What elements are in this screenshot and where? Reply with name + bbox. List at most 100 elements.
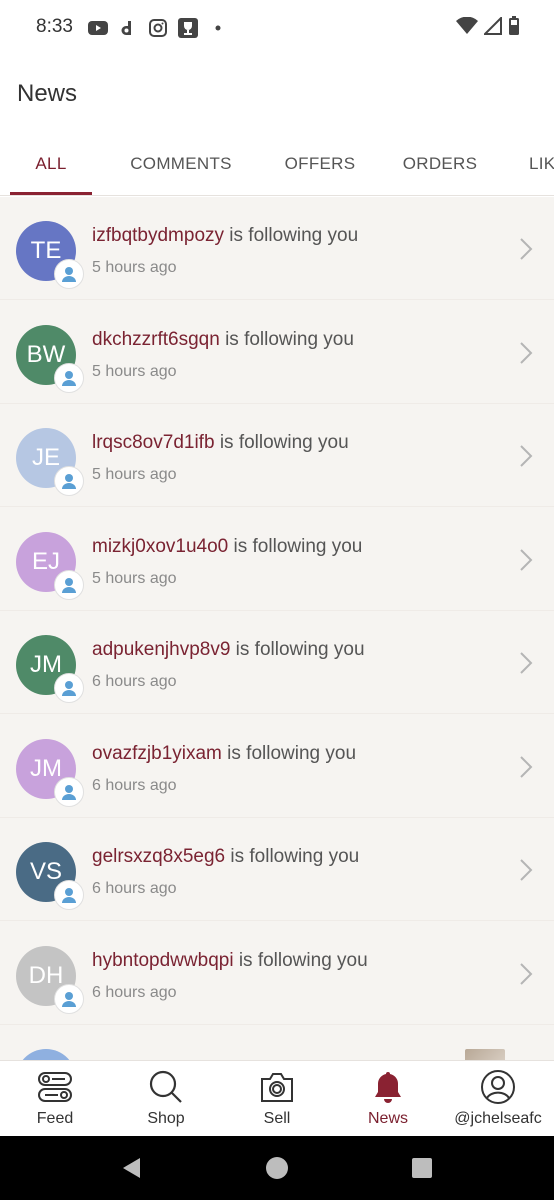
camera-icon (259, 1069, 295, 1105)
tab-offers[interactable]: OFFERS (272, 132, 368, 195)
notification-text: gelrsxzq8x5eg6 is following you (92, 846, 359, 868)
username-link[interactable]: gelrsxzq8x5eg6 (92, 846, 225, 867)
system-navigation-bar (0, 1136, 554, 1200)
home-icon[interactable] (265, 1156, 289, 1180)
nav-label: Sell (263, 1110, 291, 1127)
tab-comments[interactable]: COMMENTS (116, 132, 246, 195)
avatar-initials: JE (31, 444, 60, 471)
active-tab-indicator (10, 192, 92, 195)
follower-badge-icon (54, 880, 84, 910)
chevron-right-icon (518, 341, 534, 365)
trophy-icon (178, 18, 198, 38)
notification-text: hybntopdwwbqpi is following you (92, 950, 368, 972)
notification-row[interactable]: BW dkchzzrft6sgqn is following you 5 hours… (0, 301, 554, 404)
notification-time: 5 hours ago (92, 466, 177, 483)
tab-orders[interactable]: ORDERS (392, 132, 488, 195)
notification-text: dkchzzrft6sgqn is following you (92, 329, 354, 351)
tab-likes[interactable]: LIK (512, 132, 554, 195)
signal-icon (482, 15, 502, 40)
notification-row[interactable]: EJ mizkj0xov1u4o0 is following you 5 hours… (0, 508, 554, 611)
notification-text: mizkj0xov1u4o0 is following you (92, 536, 362, 558)
chevron-right-icon (518, 237, 534, 261)
notification-action: is following you (238, 950, 368, 971)
chevron-right-icon (518, 651, 534, 675)
username-link[interactable]: mizkj0xov1u4o0 (92, 536, 228, 557)
follower-badge-icon (54, 466, 84, 496)
dot-icon (208, 18, 228, 38)
notification-row-partial[interactable] (0, 1025, 554, 1060)
username-link[interactable]: hybntopdwwbqpi (92, 950, 234, 971)
avatar-initials: EJ (31, 548, 60, 575)
avatar-initials: JM (30, 651, 62, 678)
follower-badge-icon (54, 363, 84, 393)
battery-icon (508, 15, 520, 41)
follower-badge-icon (54, 259, 84, 289)
chevron-right-icon (518, 755, 534, 779)
notification-text: adpukenjhvp8v9 is following you (92, 639, 365, 661)
nav-news[interactable]: News (333, 1061, 443, 1137)
nav-label: @jchelseafc (454, 1110, 542, 1127)
notification-action: is following you (227, 743, 357, 764)
nav-label: Shop (147, 1110, 185, 1127)
avatar-initials: TE (30, 237, 62, 264)
notification-time: 6 hours ago (92, 777, 177, 794)
follower-badge-icon (54, 570, 84, 600)
notification-row[interactable]: VS gelrsxzq8x5eg6 is following you 6 hours… (0, 818, 554, 921)
notification-text: izfbqtbydmpozy is following you (92, 225, 358, 247)
notification-row[interactable]: JM ovazfzjb1yixam is following you 6 hours… (0, 715, 554, 818)
notification-text: lrqsc8ov7d1ifb is following you (92, 432, 349, 454)
follower-badge-icon (54, 777, 84, 807)
nav-feed[interactable]: Feed (0, 1061, 110, 1137)
notification-time: 6 hours ago (92, 880, 177, 897)
notification-text: ovazfzjb1yixam is following you (92, 743, 356, 765)
notification-action: is following you (230, 846, 360, 867)
notification-action: is following you (233, 536, 363, 557)
nav-label: News (367, 1110, 408, 1127)
username-link[interactable]: izfbqtbydmpozy (92, 225, 224, 246)
nav-profile[interactable]: @jchelseafc (443, 1061, 553, 1137)
notification-time: 6 hours ago (92, 673, 177, 690)
product-thumbnail (465, 1049, 505, 1060)
dailymotion-icon (118, 18, 138, 38)
notification-time: 6 hours ago (92, 984, 177, 1001)
status-system-icons (456, 15, 520, 41)
chevron-right-icon (518, 548, 534, 572)
notification-action: is following you (225, 329, 354, 350)
username-link[interactable]: dkchzzrft6sgqn (92, 329, 220, 350)
notification-row[interactable]: DH hybntopdwwbqpi is following you 6 hours… (0, 922, 554, 1025)
tab-all[interactable]: ALL (10, 132, 92, 195)
notification-row[interactable]: TE izfbqtbydmpozy is following you 5 hours… (0, 197, 554, 300)
status-notification-icons (88, 16, 228, 40)
nav-sell[interactable]: Sell (222, 1061, 332, 1137)
bell-icon (370, 1069, 406, 1105)
avatar (16, 1049, 76, 1060)
feed-icon (37, 1069, 73, 1105)
youtube-icon (88, 18, 108, 38)
notification-row[interactable]: JE lrqsc8ov7d1ifb is following you 5 hours… (0, 404, 554, 507)
instagram-icon (148, 18, 168, 38)
search-icon (148, 1069, 184, 1105)
nav-label: Feed (36, 1110, 74, 1127)
username-link[interactable]: adpukenjhvp8v9 (92, 639, 230, 660)
back-icon[interactable] (120, 1156, 144, 1180)
profile-icon (480, 1069, 516, 1105)
nav-shop[interactable]: Shop (111, 1061, 221, 1137)
status-time: 8:33 (36, 16, 73, 37)
username-link[interactable]: ovazfzjb1yixam (92, 743, 222, 764)
notification-time: 5 hours ago (92, 570, 177, 587)
tab-bar: ALL COMMENTS OFFERS ORDERS LIK (0, 132, 554, 196)
notification-row[interactable]: JM adpukenjhvp8v9 is following you 6 hours… (0, 611, 554, 714)
avatar-initials: VS (29, 858, 62, 885)
username-link[interactable]: lrqsc8ov7d1ifb (92, 432, 215, 453)
notification-time: 5 hours ago (92, 363, 177, 380)
notification-action: is following you (235, 639, 365, 660)
chevron-right-icon (518, 858, 534, 882)
recents-icon[interactable] (410, 1156, 434, 1180)
avatar-initials: DH (28, 962, 64, 989)
follower-badge-icon (54, 984, 84, 1014)
chevron-right-icon (518, 444, 534, 468)
notification-list[interactable]: TE izfbqtbydmpozy is following you 5 hours… (0, 197, 554, 1060)
avatar-initials: JM (30, 755, 62, 782)
notification-action: is following you (219, 432, 349, 453)
bottom-navigation: Feed Shop Sell News @jchelseafc (0, 1060, 554, 1136)
